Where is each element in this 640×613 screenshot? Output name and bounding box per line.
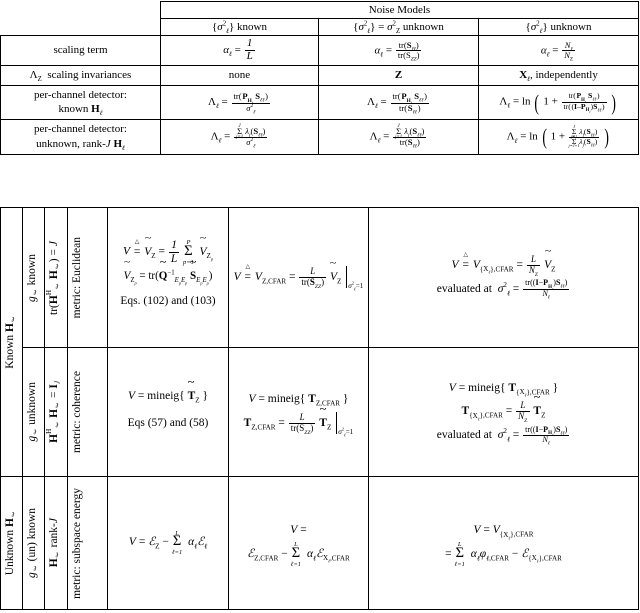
- row-label-detector-unknown-h: per-channel detector: unknown, rank-J Hℓ: [0, 119, 161, 155]
- table-row-detector-known-H: per-channel detector: known Hℓ Λℓ = tr( P…: [0, 84, 640, 121]
- cell-invariance-none: none: [160, 64, 319, 86]
- table-row-header-group: Noise Models: [1, 1, 640, 19]
- cell-detector-knownH-sigma-known: Λℓ = tr( PHℓ Sℓℓ ) σ2ℓ: [160, 84, 319, 121]
- table-row-detector-unknown-H: per-channel detector: unknown, rank-J Hℓ …: [0, 119, 640, 155]
- table-row-known-h-g-unknown: gℓ unknown HHℓ Hℓ = IJ metric: coherence…: [1, 347, 639, 477]
- constraint-identity-j: HHℓ Hℓ = IJ: [44, 347, 68, 477]
- column-header-sigma-known: {σ2ℓ} known: [160, 18, 319, 36]
- row-label-scaling-term: scaling term: [0, 35, 161, 66]
- cell-subspace-sigma-known: V = ℰZ − L Σℓ=1 αℓℰℓ: [107, 476, 229, 610]
- group-label-known-h: Known Hℓ: [0, 207, 23, 477]
- g-label-unknown: gℓ unknown: [22, 347, 45, 477]
- cell-detector-unknownH-sigma-unknown: Λℓ = ln ( 1 + J Σj=1 λj(Sℓℓ) Nℓ Σj=J+1 λj(…: [477, 119, 640, 155]
- corner-blank-cell: [1, 2, 161, 19]
- row-label-scaling-invariances: ΛZ scaling invariances: [0, 64, 161, 86]
- column-header-sigma-common-unknown: {σ2ℓ} = σ2Z unknown: [318, 18, 479, 36]
- g-label-unknown-text: gℓ unknown: [26, 382, 40, 442]
- cell-euclidean-sigma-unknown: V △= V{Xℓ},CFAR = LNZ VZ evaluated at σ2…: [368, 207, 639, 348]
- cell-subspace-sigma-unknown: V = V{Xℓ},CFAR = L Σℓ=1 αℓφℓ,CFAR − ℰ{Xℓ}…: [368, 476, 639, 610]
- cell-detector-unknownH-sigma-known: Λℓ = J Σj=1 λj(Sℓℓ) σ2ℓ: [160, 119, 319, 155]
- cell-subspace-sigma-common-unknown: V = ℰZ,CFAR − L Σℓ=1 αℓℰXℓ,CFAR: [228, 476, 369, 610]
- g-label-known: gℓ known: [22, 207, 45, 348]
- cfar-statistics-table: Known Hℓ gℓ known tr(HHℓ Hℓ) = J metric:…: [0, 207, 639, 610]
- cell-euclidean-sigma-known: V △= VZ = 1L PΣp=1 VZp VZp = tr(Q−1EpEp …: [107, 207, 229, 348]
- metric-coherence-text: metric: coherence: [71, 370, 83, 454]
- table-row-known-h-g-known: Known Hℓ gℓ known tr(HHℓ Hℓ) = J metric:…: [0, 207, 639, 477]
- g-label-un-known: gℓ (un) known: [22, 476, 45, 610]
- constraint-rank-j: Hℓ rank-J: [44, 476, 68, 610]
- cell-invariance-z: Z: [318, 64, 479, 86]
- constraint-trace-j-text: tr(HHℓ Hℓ) = J: [45, 240, 62, 315]
- table-page: Noise Models {σ2ℓ} known {σ2ℓ} = σ2Z unk…: [0, 0, 640, 613]
- cell-coherence-sigma-known: V = mineig{ TZ } Eqs (57) and (58): [107, 347, 229, 477]
- g-label-un-known-text: gℓ (un) known: [26, 508, 40, 578]
- cell-scaling-term-sigma-common-unknown: αℓ = tr(Sℓℓ) tr(SZZ): [318, 35, 479, 66]
- cell-detector-knownH-sigma-unknown: Λℓ = ln ( 1 + tr( PHℓ Sℓℓ ) tr( (I–PHℓ)S…: [477, 84, 640, 121]
- table-row-scaling-term: scaling term αℓ = 1L αℓ = tr(Sℓℓ) tr(SZZ)…: [0, 35, 640, 66]
- constraint-rank-j-text: Hℓ rank-J: [48, 518, 62, 568]
- row-label-detector-known-h: per-channel detector: known Hℓ: [0, 84, 161, 121]
- constraint-trace-j: tr(HHℓ Hℓ) = J: [44, 207, 68, 348]
- cell-detector-knownH-sigma-common-unknown: Λℓ = tr( PHℓ Sℓℓ ) tr( Sℓℓ ): [318, 84, 479, 121]
- table-row-column-headers: {σ2ℓ} known {σ2ℓ} = σ2Z unknown {σ2ℓ} un…: [1, 18, 640, 36]
- group-label-unknown-h-text: Unknown Hℓ: [4, 510, 18, 576]
- cell-euclidean-sigma-common-unknown: V △= VZ,CFAR = Ltr(SZZ) VZ σ2ℓ=1: [228, 207, 369, 348]
- metric-subspace-energy-text: metric: subspace energy: [71, 487, 83, 599]
- table-row-unknown-h: Unknown Hℓ gℓ (un) known Hℓ rank-J metri…: [0, 476, 639, 610]
- column-header-sigma-unknown: {σ2ℓ} unknown: [477, 18, 640, 36]
- corner-blank-cell-2: [1, 19, 161, 36]
- cell-scaling-term-sigma-known: αℓ = 1L: [160, 35, 319, 66]
- group-label-unknown-h: Unknown Hℓ: [0, 476, 23, 610]
- group-label-known-h-text: Known Hℓ: [4, 315, 18, 369]
- metric-euclidean: metric: Euclidean: [67, 207, 108, 348]
- metric-euclidean-text: metric: Euclidean: [71, 236, 83, 319]
- cell-coherence-sigma-unknown: V = mineig{ T{Xℓ},CFAR } T{Xℓ},CFAR = LN…: [368, 347, 639, 477]
- metric-subspace-energy: metric: subspace energy: [67, 476, 108, 610]
- constraint-identity-j-text: HHℓ Hℓ = IJ: [45, 381, 62, 443]
- cell-scaling-term-sigma-unknown: αℓ = Nℓ NZ: [477, 35, 640, 66]
- header-noise-models: Noise Models: [159, 1, 640, 19]
- cell-detector-unknownH-sigma-common-unknown: Λℓ = J Σj=1 λj(Sℓℓ) tr(Sℓℓ): [318, 119, 479, 155]
- table-row-scaling-invariances: ΛZ scaling invariances none Z Xℓ, indepe…: [0, 64, 640, 86]
- noise-models-table: Noise Models {σ2ℓ} known {σ2ℓ} = σ2Z unk…: [0, 1, 640, 155]
- g-label-known-text: gℓ known: [26, 253, 40, 302]
- metric-coherence: metric: coherence: [67, 347, 108, 477]
- cell-invariance-x-independently: Xℓ, independently: [477, 64, 640, 86]
- cell-coherence-sigma-common-unknown: V = mineig{ TZ,CFAR } TZ,CFAR = Ltr(SZZ)…: [228, 347, 369, 477]
